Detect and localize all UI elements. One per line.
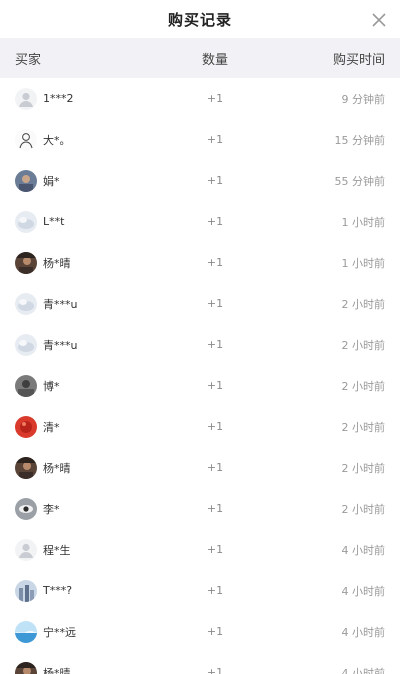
purchase-time-cell: 2 小时前: [341, 502, 386, 516]
buyer-cell: 1***2: [15, 87, 165, 110]
header-purchase-time: 购买时间: [332, 52, 385, 68]
purchase-time-cell: 9 分钟前: [341, 92, 386, 106]
buyer-name: 杨*晴: [43, 256, 71, 270]
close-icon[interactable]: [370, 11, 388, 29]
purchase-time-cell: 4 小时前: [341, 666, 386, 674]
purchase-time-cell: 2 小时前: [341, 297, 386, 311]
avatar: [15, 210, 37, 233]
buyer-name: 宁**远: [43, 625, 76, 639]
table-header: 买家 数量 购买时间: [0, 38, 400, 78]
purchase-time-cell: 4 小时前: [341, 584, 386, 598]
quantity-cell: +1: [206, 461, 224, 474]
purchase-time-cell: 2 小时前: [341, 338, 386, 352]
buyer-name: 青***u: [43, 297, 78, 311]
purchase-time-cell: 4 小时前: [341, 625, 386, 639]
purchase-row: 博* +1 2 小时前: [0, 365, 400, 406]
buyer-name: 博*: [43, 379, 60, 393]
purchase-row: 杨*晴 +1 4 小时前: [0, 652, 400, 674]
purchase-row: T***? +1 4 小时前: [0, 570, 400, 611]
buyer-cell: 博*: [15, 374, 165, 397]
buyer-cell: T***?: [15, 579, 165, 602]
quantity-cell: +1: [206, 502, 224, 515]
avatar: [15, 497, 37, 520]
buyer-name: T***?: [43, 584, 73, 597]
buyer-cell: 大*。: [15, 128, 165, 151]
quantity-cell: +1: [206, 666, 224, 674]
quantity-cell: +1: [206, 92, 224, 105]
avatar: [15, 661, 37, 674]
buyer-name: 李*: [43, 502, 60, 516]
buyer-cell: 李*: [15, 497, 165, 520]
purchase-time-cell: 2 小时前: [341, 461, 386, 475]
buyer-name: 杨*晴: [43, 461, 71, 475]
avatar: [15, 538, 37, 561]
buyer-cell: 娟*: [15, 169, 165, 192]
header-buyer: 买家: [15, 52, 42, 68]
buyer-cell: 杨*晴: [15, 251, 165, 274]
buyer-cell: 杨*晴: [15, 661, 165, 674]
quantity-cell: +1: [206, 379, 224, 392]
avatar: [15, 292, 37, 315]
purchase-row: 青***u +1 2 小时前: [0, 324, 400, 365]
purchase-time-cell: 1 小时前: [341, 256, 386, 270]
buyer-name: 杨*晴: [43, 666, 71, 674]
buyer-name: 1***2: [43, 92, 74, 105]
avatar: [15, 374, 37, 397]
quantity-cell: +1: [206, 584, 224, 597]
avatar: [15, 620, 37, 643]
purchase-row: 宁**远 +1 4 小时前: [0, 611, 400, 652]
buyer-name: L**t: [43, 215, 65, 228]
purchase-row: 娟* +1 55 分钟前: [0, 160, 400, 201]
quantity-cell: +1: [206, 625, 224, 638]
avatar: [15, 128, 37, 151]
purchase-row: 青***u +1 2 小时前: [0, 283, 400, 324]
purchase-time-cell: 2 小时前: [341, 420, 386, 434]
buyer-name: 大*。: [43, 133, 71, 147]
purchase-time-cell: 2 小时前: [341, 379, 386, 393]
buyer-cell: 青***u: [15, 292, 165, 315]
buyer-name: 娟*: [43, 174, 60, 188]
quantity-cell: +1: [206, 133, 224, 146]
avatar: [15, 333, 37, 356]
avatar: [15, 251, 37, 274]
purchase-time-cell: 1 小时前: [341, 215, 386, 229]
quantity-cell: +1: [206, 256, 224, 269]
purchase-row: 杨*晴 +1 2 小时前: [0, 447, 400, 488]
avatar: [15, 415, 37, 438]
header-quantity: 数量: [201, 52, 228, 68]
buyer-cell: 宁**远: [15, 620, 165, 643]
quantity-cell: +1: [206, 420, 224, 433]
purchase-row: 杨*晴 +1 1 小时前: [0, 242, 400, 283]
dialog-title: 购买记录: [167, 10, 232, 29]
buyer-cell: 青***u: [15, 333, 165, 356]
purchase-time-cell: 55 分钟前: [334, 174, 386, 188]
avatar: [15, 169, 37, 192]
buyer-name: 清*: [43, 420, 60, 434]
quantity-cell: +1: [206, 543, 224, 556]
quantity-cell: +1: [206, 215, 224, 228]
buyer-cell: 杨*晴: [15, 456, 165, 479]
purchase-time-cell: 15 分钟前: [334, 133, 386, 147]
buyer-cell: 清*: [15, 415, 165, 438]
avatar: [15, 87, 37, 110]
buyer-cell: L**t: [15, 210, 165, 233]
purchase-time-cell: 4 小时前: [341, 543, 386, 557]
quantity-cell: +1: [206, 338, 224, 351]
purchase-row: 1***2 +1 9 分钟前: [0, 78, 400, 119]
purchase-row: 大*。 +1 15 分钟前: [0, 119, 400, 160]
buyer-name: 程*生: [43, 543, 71, 557]
dialog-header: 购买记录: [0, 0, 400, 38]
purchase-list[interactable]: 1***2 +1 9 分钟前 大*。 +1 15 分钟前 娟* +1 55 分钟前 L**t +1 1…: [0, 78, 400, 674]
quantity-cell: +1: [206, 174, 224, 187]
purchase-row: 李* +1 2 小时前: [0, 488, 400, 529]
purchase-row: 清* +1 2 小时前: [0, 406, 400, 447]
purchase-row: 程*生 +1 4 小时前: [0, 529, 400, 570]
avatar: [15, 579, 37, 602]
purchase-row: L**t +1 1 小时前: [0, 201, 400, 242]
purchase-records-sheet: 购买记录 买家 数量 购买时间 1***2 +1 9 分钟前大*。 +1 15 分钟前娟…: [0, 0, 400, 674]
buyer-name: 青***u: [43, 338, 78, 352]
avatar: [15, 456, 37, 479]
quantity-cell: +1: [206, 297, 224, 310]
buyer-cell: 程*生: [15, 538, 165, 561]
